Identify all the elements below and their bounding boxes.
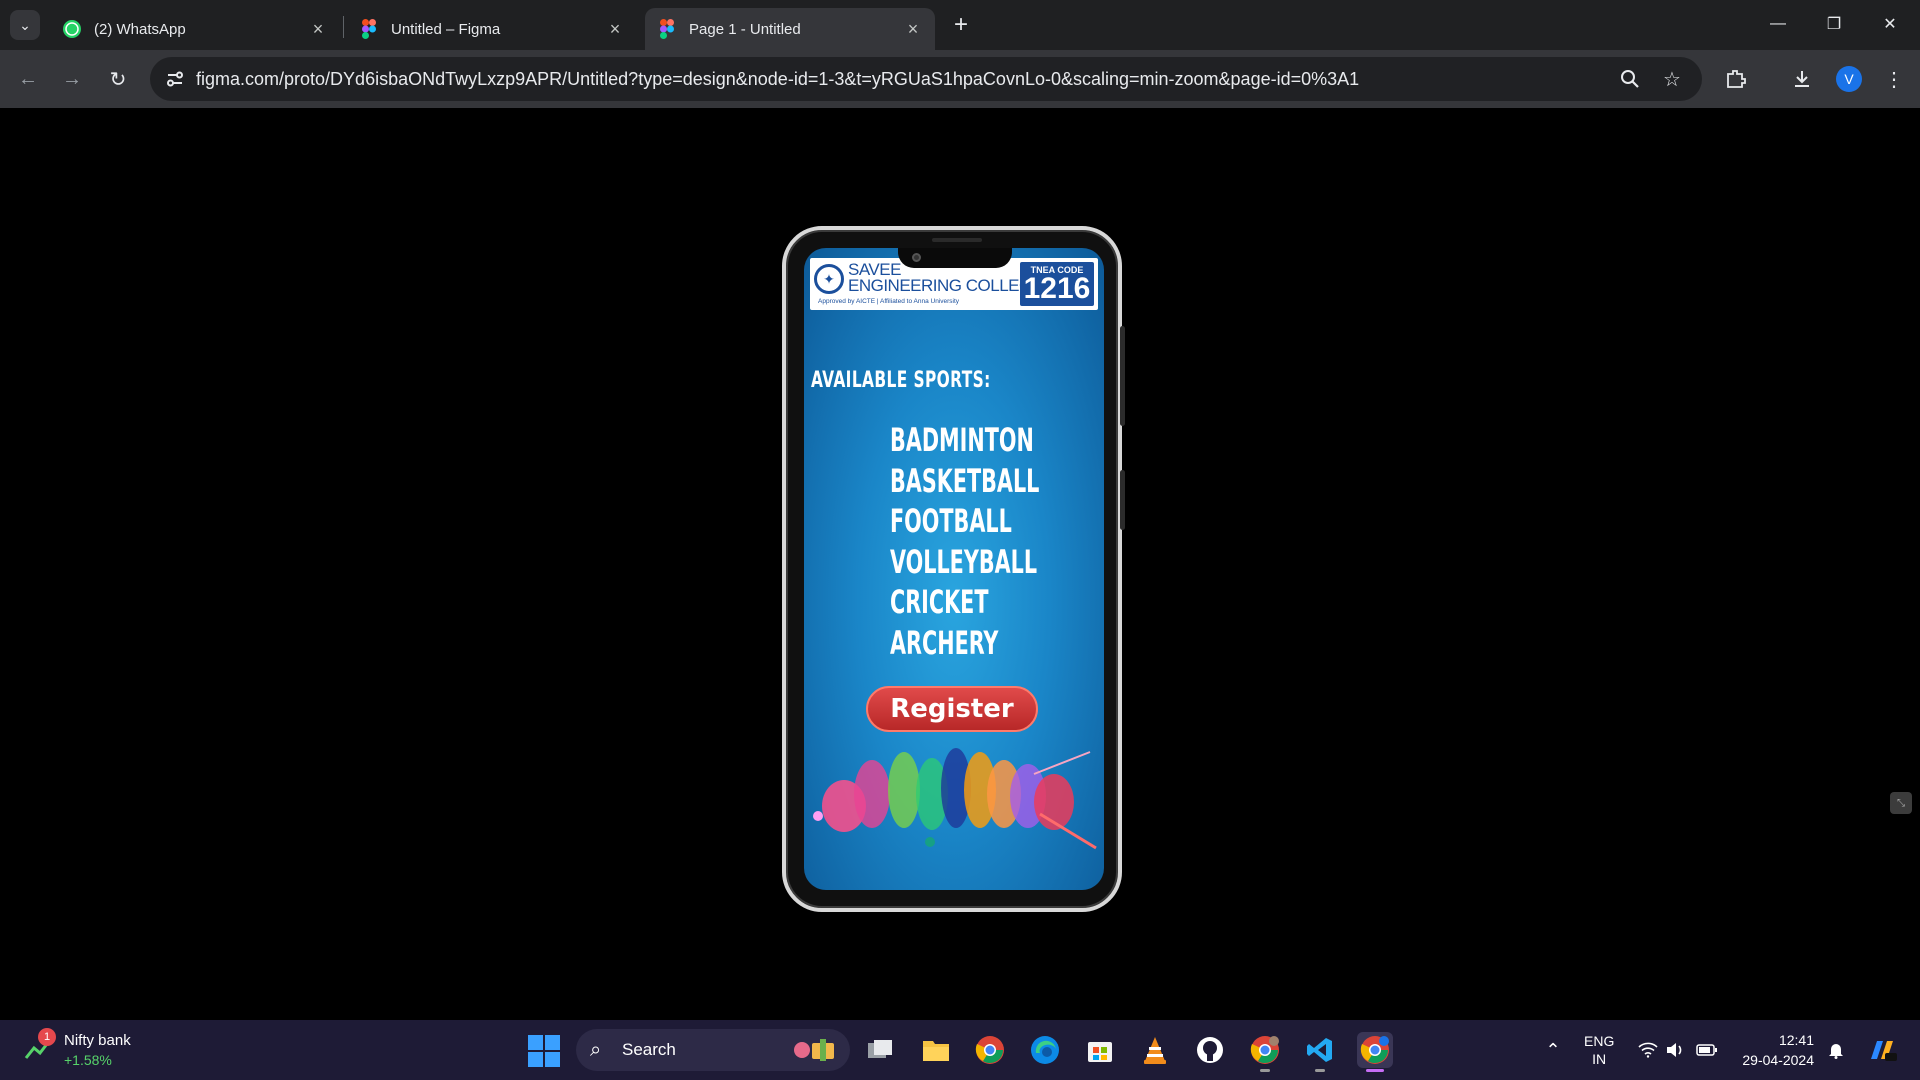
tab-title: (2) WhatsApp xyxy=(94,20,186,38)
widget-value: +1.58% xyxy=(64,1052,112,1068)
tnea-code: 1216 xyxy=(1023,272,1091,305)
tab-separator xyxy=(343,16,344,38)
running-indicator xyxy=(1315,1069,1325,1072)
tab-page1-untitled[interactable]: Page 1 - Untitled × xyxy=(645,8,935,50)
register-button[interactable]: Register xyxy=(866,686,1038,732)
reload-button[interactable]: ↻ xyxy=(103,64,133,94)
athletes-illustration xyxy=(813,748,1097,850)
sport-item: FOOTBALL xyxy=(890,502,1012,540)
wifi-icon[interactable] xyxy=(1636,1020,1660,1080)
site-info-icon[interactable] xyxy=(160,64,190,94)
phone-frame: ✦ SAVEE ENGINEERING COLLEGE Approved by … xyxy=(782,226,1125,912)
sports-heading: AVAILABLE SPORTS: xyxy=(811,368,991,393)
clock-time: 12:41 xyxy=(1778,1032,1814,1048)
start-button[interactable] xyxy=(528,1035,560,1067)
widget-title: Nifty bank xyxy=(64,1032,131,1049)
sports-list: BADMINTON BASKETBALL FOOTBALL VOLLEYBALL… xyxy=(890,420,1097,663)
minimize-button[interactable]: ― xyxy=(1750,0,1806,48)
power-button xyxy=(1120,326,1125,426)
chrome-profile-icon[interactable] xyxy=(1247,1032,1283,1072)
close-tab-icon[interactable]: × xyxy=(903,19,923,39)
market-widget[interactable]: 1 Nifty bank +1.58% xyxy=(22,1028,162,1072)
notification-bell-icon[interactable] xyxy=(1824,1020,1848,1080)
taskbar-search[interactable]: ⌕ Search xyxy=(576,1029,850,1071)
whatsapp-icon xyxy=(62,19,82,39)
tab-figma-untitled[interactable]: Untitled – Figma × xyxy=(347,8,637,50)
more-menu-icon[interactable]: ⋮ xyxy=(1880,65,1908,93)
sport-item: VOLLEYBALL xyxy=(890,542,1038,581)
github-icon[interactable] xyxy=(1192,1032,1228,1068)
copilot-icon[interactable] xyxy=(1864,1020,1900,1080)
college-seal-icon: ✦ xyxy=(814,264,844,294)
close-tab-icon[interactable]: × xyxy=(308,19,328,39)
phone-speaker xyxy=(932,238,982,242)
phone-notch xyxy=(898,248,1012,268)
sport-item: BADMINTON xyxy=(890,421,1034,459)
browser-toolbar: ← → ↻ figma.com/proto/DYd6isbaONdTwyLxzp… xyxy=(0,50,1920,108)
task-view-icon[interactable] xyxy=(862,1032,898,1068)
running-indicator xyxy=(1366,1069,1384,1072)
address-bar[interactable]: figma.com/proto/DYd6isbaONdTwyLxzp9APR/U… xyxy=(150,57,1702,101)
windows-taskbar: 1 Nifty bank +1.58% ⌕ Search ⌃ ENG IN 12… xyxy=(0,1020,1920,1080)
figma-prototype-canvas: ✦ SAVEE ENGINEERING COLLEGE Approved by … xyxy=(0,108,1920,1020)
figma-icon xyxy=(657,19,677,39)
url-text[interactable]: figma.com/proto/DYd6isbaONdTwyLxzp9APR/U… xyxy=(196,69,1359,90)
tab-whatsapp[interactable]: (2) WhatsApp × xyxy=(50,8,340,50)
tab-title: Untitled – Figma xyxy=(391,20,501,38)
tab-title: Page 1 - Untitled xyxy=(689,20,801,38)
phone-screen: ✦ SAVEE ENGINEERING COLLEGE Approved by … xyxy=(804,248,1104,890)
figma-icon xyxy=(359,19,379,39)
back-button[interactable]: ← xyxy=(13,64,43,94)
running-indicator xyxy=(1260,1069,1270,1072)
extensions-icon[interactable] xyxy=(1722,65,1750,93)
vscode-icon[interactable] xyxy=(1302,1032,1338,1072)
restore-button[interactable]: ❐ xyxy=(1806,0,1862,48)
notification-badge: 1 xyxy=(38,1028,56,1046)
forward-button[interactable]: → xyxy=(57,64,87,94)
chrome-icon[interactable] xyxy=(972,1032,1008,1068)
volume-button xyxy=(1120,470,1125,530)
tnea-code-box: TNEA CODE 1216 xyxy=(1020,262,1094,306)
college-name-line2: ENGINEERING COLLEGE xyxy=(848,276,1043,295)
microsoft-store-icon[interactable] xyxy=(1082,1032,1118,1068)
system-clock[interactable]: 12:41 29-04-2024 xyxy=(1736,1030,1814,1070)
browser-tab-bar: ⌄ (2) WhatsApp × Untitled – Figma × Page… xyxy=(0,0,1920,50)
tab-search-button[interactable]: ⌄ xyxy=(10,10,40,40)
close-tab-icon[interactable]: × xyxy=(605,19,625,39)
close-window-button[interactable]: ✕ xyxy=(1862,0,1918,48)
show-hidden-icons-button[interactable]: ⌃ xyxy=(1540,1020,1566,1080)
clock-date: 29-04-2024 xyxy=(1742,1052,1814,1068)
language-indicator[interactable]: ENG IN xyxy=(1584,1032,1614,1068)
sport-item: CRICKET xyxy=(890,583,989,621)
region-code: IN xyxy=(1592,1051,1607,1067)
bookmark-star-icon[interactable]: ☆ xyxy=(1660,67,1684,91)
language-code: ENG xyxy=(1584,1033,1615,1049)
collapse-panel-icon[interactable]: ⤡ xyxy=(1890,792,1912,814)
download-icon[interactable] xyxy=(1788,65,1816,93)
file-explorer-icon[interactable] xyxy=(918,1032,954,1068)
zoom-icon[interactable] xyxy=(1618,67,1642,91)
sport-item: ARCHERY xyxy=(890,623,999,662)
chrome-active-icon[interactable] xyxy=(1357,1032,1393,1072)
battery-icon[interactable] xyxy=(1694,1020,1720,1080)
camera-icon xyxy=(912,253,921,262)
vlc-icon[interactable] xyxy=(1137,1032,1173,1068)
new-tab-button[interactable]: + xyxy=(948,11,974,38)
search-icon: ⌕ xyxy=(590,1039,602,1061)
edge-icon[interactable] xyxy=(1027,1032,1063,1068)
profile-avatar[interactable]: V xyxy=(1836,66,1862,92)
sport-item: BASKETBALL xyxy=(890,461,1040,500)
search-label: Search xyxy=(622,1040,676,1059)
search-highlight-icon xyxy=(794,1039,834,1061)
college-affiliation: Approved by AICTE | Affiliated to Anna U… xyxy=(818,298,960,305)
volume-icon[interactable] xyxy=(1664,1020,1688,1080)
